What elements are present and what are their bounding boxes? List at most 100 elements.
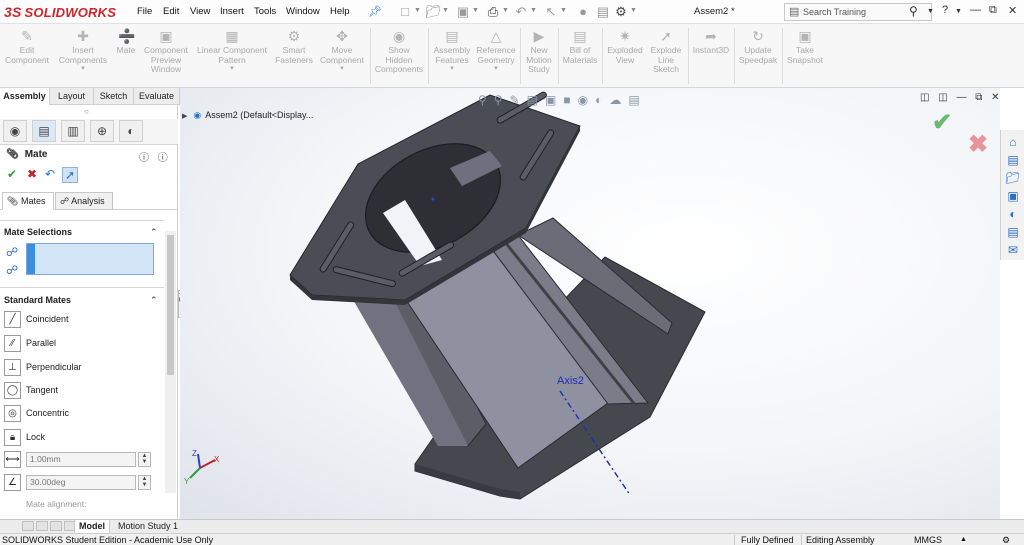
- previous-view-icon[interactable]: ✎: [510, 93, 520, 107]
- open-dropdown-icon[interactable]: ▼: [442, 7, 449, 14]
- print-icon[interactable]: ⎙: [484, 3, 502, 21]
- split-view-icon[interactable]: ◫: [920, 92, 929, 103]
- viewport-restore-icon[interactable]: ⧉: [975, 92, 982, 103]
- custom-properties-icon[interactable]: ▤: [1005, 224, 1021, 240]
- distance-field[interactable]: 1.00mm: [26, 452, 136, 467]
- display-style-icon[interactable]: ■: [563, 93, 570, 107]
- mate-selections-collapse-icon[interactable]: ⌃: [150, 227, 158, 238]
- open-icon[interactable]: 📁︎: [424, 3, 442, 21]
- mate-button[interactable]: ➗ Mate: [113, 26, 139, 56]
- search-dropdown-icon[interactable]: ▼: [927, 8, 934, 15]
- print-dropdown-icon[interactable]: ▼: [502, 7, 509, 14]
- tab-analysis[interactable]: ☍ Analysis: [55, 192, 113, 210]
- linear-pattern-dropdown-icon[interactable]: ▼: [194, 65, 270, 75]
- multiple-mate-icon[interactable]: ☍: [6, 263, 18, 277]
- ok-button[interactable]: ✔: [4, 167, 20, 181]
- status-customize-icon[interactable]: ⚙: [1002, 535, 1010, 545]
- solidworks-logo[interactable]: 3S SOLIDWORKS: [4, 2, 116, 22]
- pin-menu-icon[interactable]: 📌︎: [368, 5, 382, 18]
- linear-pattern-button[interactable]: ▦ Linear Component Pattern ▼: [194, 26, 270, 75]
- exploded-view-button[interactable]: ✷ Exploded View: [604, 26, 646, 65]
- select-icon[interactable]: ↖: [542, 3, 560, 21]
- entities-to-mate-selection-box[interactable]: [26, 243, 154, 275]
- view-orientation-icon[interactable]: ▣: [545, 93, 556, 107]
- mate-concentric[interactable]: ◎ Concentric: [4, 404, 164, 424]
- mate-selections-header[interactable]: Mate Selections: [4, 227, 72, 237]
- hide-show-items-icon[interactable]: ◉: [578, 93, 588, 107]
- viewport-expand-icon[interactable]: ◫: [938, 92, 947, 103]
- mate-perpendicular[interactable]: ⊥ Perpendicular: [4, 358, 164, 378]
- menu-file[interactable]: File: [137, 6, 152, 17]
- distance-spinner[interactable]: ▲ ▼: [138, 452, 151, 467]
- section-view-icon[interactable]: ▤: [527, 93, 538, 107]
- tab-sketch[interactable]: Sketch: [94, 88, 134, 105]
- options-gear-icon[interactable]: ⚙: [612, 3, 630, 21]
- tab-model[interactable]: Model: [74, 520, 110, 533]
- menu-insert[interactable]: Insert: [220, 6, 244, 17]
- edit-appearance-icon[interactable]: ◐: [595, 93, 602, 107]
- zoom-to-fit-icon[interactable]: ⚲: [478, 93, 487, 107]
- confirm-corner-cancel-icon[interactable]: ✖: [968, 130, 988, 159]
- angle-field[interactable]: 30.00deg: [26, 475, 136, 490]
- distance-mate-icon[interactable]: ⟷: [4, 451, 21, 468]
- design-library-icon[interactable]: ▤: [1005, 152, 1021, 168]
- mate-parallel[interactable]: ∕∕ Parallel: [4, 334, 164, 354]
- minimize-icon[interactable]: —: [970, 4, 981, 16]
- solidworks-resources-icon[interactable]: ⌂: [1005, 134, 1021, 150]
- forum-icon[interactable]: ✉: [1005, 242, 1021, 258]
- undo-icon[interactable]: ↶: [512, 3, 530, 21]
- angle-mate-icon[interactable]: ∠: [4, 474, 21, 491]
- search-icon[interactable]: ⚲: [909, 4, 918, 18]
- options-dropdown-icon[interactable]: ▼: [630, 7, 637, 14]
- new-motion-study-button[interactable]: ▶ New Motion Study: [522, 26, 556, 75]
- confirm-corner-ok-icon[interactable]: ✔: [932, 108, 952, 137]
- tab-layout[interactable]: Layout: [50, 88, 94, 105]
- whats-wrong-icon[interactable]: ⓘ: [139, 153, 149, 164]
- undo-button[interactable]: ↶: [42, 167, 58, 181]
- smart-fasteners-button[interactable]: ⚙ Smart Fasteners: [272, 26, 316, 65]
- dimxpert-tab-icon[interactable]: ⊕: [90, 120, 114, 142]
- expand-arrow-icon[interactable]: ▶: [182, 113, 187, 120]
- viewport-close-icon[interactable]: ✕: [991, 92, 999, 103]
- save-dropdown-icon[interactable]: ▼: [472, 7, 479, 14]
- units-dropdown-icon[interactable]: ▲: [960, 536, 967, 543]
- cancel-button[interactable]: ✖: [24, 167, 40, 181]
- file-explorer-icon[interactable]: 📁︎: [1005, 170, 1021, 186]
- viewport-minimize-icon[interactable]: —: [956, 92, 966, 103]
- take-snapshot-button[interactable]: ▣ Take Snapshot: [784, 26, 826, 65]
- mate-coincident[interactable]: ╱ Coincident: [4, 310, 164, 330]
- update-speedpak-button[interactable]: ↻ Update Speedpak: [736, 26, 780, 65]
- file-properties-icon[interactable]: ▤: [594, 3, 612, 21]
- feature-tree-flyout[interactable]: ▶ ◉ Assem2 (Default<Display...: [182, 110, 313, 121]
- tab-prev-icon[interactable]: [36, 521, 48, 531]
- angle-spinner[interactable]: ▲ ▼: [138, 475, 151, 490]
- apply-scene-icon[interactable]: ☁: [609, 93, 621, 107]
- move-dropdown-icon[interactable]: ▼: [318, 65, 366, 75]
- assembly-features-dropdown-icon[interactable]: ▼: [430, 65, 474, 75]
- new-document-icon[interactable]: □: [396, 3, 414, 21]
- component-preview-button[interactable]: ▣ Component Preview Window: [142, 26, 190, 75]
- tab-first-icon[interactable]: [22, 521, 34, 531]
- show-hidden-button[interactable]: ◉ Show Hidden Components: [372, 26, 426, 75]
- menu-edit[interactable]: Edit: [163, 6, 179, 17]
- rebuild-icon[interactable]: ●: [574, 3, 592, 21]
- new-dropdown-icon[interactable]: ▼: [414, 7, 421, 14]
- help-dropdown-icon[interactable]: ▼: [955, 8, 962, 15]
- menu-help[interactable]: Help: [330, 6, 350, 17]
- help-icon[interactable]: ⓘ: [158, 153, 168, 164]
- insert-dropdown-icon[interactable]: ▼: [56, 65, 110, 75]
- standard-mates-header[interactable]: Standard Mates: [4, 295, 71, 305]
- feature-tree-root[interactable]: Assem2 (Default<Display...: [205, 110, 313, 120]
- insert-components-button[interactable]: ✚ Insert Components ▼: [56, 26, 110, 75]
- menu-tools[interactable]: Tools: [254, 6, 276, 17]
- select-dropdown-icon[interactable]: ▼: [560, 7, 567, 14]
- explode-line-sketch-button[interactable]: ➚ Explode Line Sketch: [646, 26, 686, 75]
- tab-motion-study-1[interactable]: Motion Study 1: [114, 520, 182, 533]
- reference-geometry-dropdown-icon[interactable]: ▼: [474, 65, 518, 75]
- mate-tangent[interactable]: ◯ Tangent: [4, 381, 164, 401]
- undo-dropdown-icon[interactable]: ▼: [530, 7, 537, 14]
- keep-visible-pin-button[interactable]: ➚: [62, 167, 78, 183]
- close-icon[interactable]: ✕: [1008, 4, 1017, 17]
- reference-geometry-button[interactable]: △ Reference Geometry ▼: [474, 26, 518, 75]
- view-palette-icon[interactable]: ▣: [1005, 188, 1021, 204]
